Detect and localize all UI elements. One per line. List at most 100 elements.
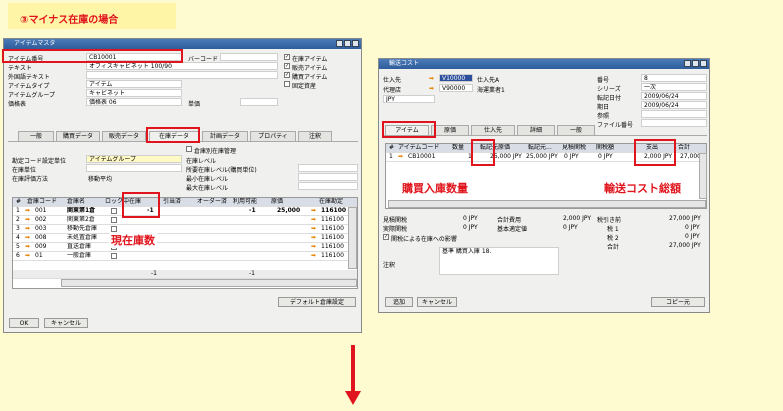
locked-checkbox[interactable] bbox=[111, 217, 117, 223]
cancel-button[interactable]: キャンセル bbox=[44, 318, 88, 328]
gl-method-label: 勘定コード設定単位 bbox=[12, 158, 67, 165]
purchase-item-checkbox[interactable]: ✓ bbox=[284, 72, 290, 78]
link-arrow-icon[interactable]: ➡ bbox=[429, 75, 434, 82]
link-arrow-icon[interactable]: ➡ bbox=[25, 207, 30, 215]
tab-costs[interactable]: 原価 bbox=[431, 125, 469, 135]
col-wh-code: 倉庫コード bbox=[27, 198, 58, 205]
maximize-icon[interactable] bbox=[692, 60, 699, 67]
duty-value: 0 JPY bbox=[598, 153, 613, 160]
due-date-field[interactable]: 2009/06/24 bbox=[641, 101, 707, 109]
table-row[interactable]: 4 ➡ 008 未処置倉庫 ➡ 116100 bbox=[13, 234, 357, 243]
minimize-icon[interactable] bbox=[684, 60, 691, 67]
reference-field[interactable] bbox=[641, 110, 707, 118]
col-total: 合計 bbox=[678, 144, 691, 151]
item-group-select[interactable]: キャビネット bbox=[86, 89, 182, 97]
link-arrow-icon[interactable]: ➡ bbox=[25, 252, 30, 260]
grid-header: # 倉庫コード 倉庫名 ロック中 在庫 引当済 オーダー済 利用可能 原価 在庫… bbox=[13, 198, 357, 207]
link-arrow-icon[interactable]: ➡ bbox=[311, 243, 316, 251]
pre-tax-label: 税引き前 bbox=[597, 217, 622, 224]
table-row[interactable]: 3 ➡ 003 移動先倉庫 ➡ 116100 bbox=[13, 225, 357, 234]
close-icon[interactable] bbox=[352, 40, 359, 47]
tab-planning[interactable]: 計画データ bbox=[202, 131, 248, 141]
posting-date-field[interactable]: 2009/06/24 bbox=[641, 92, 707, 100]
account-value: 116100 bbox=[321, 243, 344, 250]
table-row[interactable]: 2 ➡ 002 関東第2倉 ➡ 116100 bbox=[13, 216, 357, 225]
highlight-spend-column bbox=[634, 139, 676, 166]
min-level-field[interactable] bbox=[298, 173, 358, 181]
tab-purchasing[interactable]: 購買データ bbox=[56, 131, 100, 141]
price-list-select[interactable]: 価格表 06 bbox=[86, 98, 182, 106]
link-arrow-icon[interactable]: ➡ bbox=[398, 153, 403, 161]
horizontal-scrollbar[interactable] bbox=[61, 279, 357, 287]
link-arrow-icon[interactable]: ➡ bbox=[311, 216, 316, 224]
duty-impact-checkbox[interactable]: ✓ bbox=[383, 234, 389, 240]
maximize-icon[interactable] bbox=[344, 40, 351, 47]
tab-general[interactable]: 一般 bbox=[18, 131, 54, 141]
tab-details[interactable]: 詳細 bbox=[517, 125, 555, 135]
agent-code-field[interactable]: V90000 bbox=[439, 84, 473, 92]
uom-field[interactable] bbox=[86, 164, 182, 172]
link-arrow-icon[interactable]: ➡ bbox=[311, 252, 316, 260]
cancel-button[interactable]: キャンセル bbox=[417, 297, 457, 307]
notes-field[interactable]: 基準 購買入庫 18. bbox=[439, 247, 559, 275]
series-select[interactable]: 一次 bbox=[641, 83, 707, 91]
item-group-label: アイテムグループ bbox=[8, 92, 56, 99]
table-row[interactable]: 5 ➡ 009 直送倉庫 ➡ 116100 bbox=[13, 243, 357, 252]
currency-select[interactable]: JPY bbox=[383, 95, 435, 103]
default-warehouse-button[interactable]: デフォルト倉庫設定 bbox=[278, 297, 356, 307]
banner-title: ③マイナス在庫の場合 bbox=[20, 15, 119, 26]
vendor-code-field[interactable]: V10000 bbox=[439, 74, 473, 82]
price-list-label: 価格表 bbox=[8, 101, 27, 108]
manage-by-wh-checkbox[interactable] bbox=[186, 146, 192, 152]
link-arrow-icon[interactable]: ➡ bbox=[311, 225, 316, 233]
tab-general[interactable]: 一般 bbox=[557, 125, 595, 135]
ok-button[interactable]: OK bbox=[9, 318, 39, 328]
link-arrow-icon[interactable]: ➡ bbox=[25, 216, 30, 224]
item-master-window: アイテムマスタ アイテム番号 CB10001 テキスト オフィスキャビネット 1… bbox=[3, 38, 362, 333]
posting-date-label: 転記日付 bbox=[597, 95, 622, 102]
link-arrow-icon[interactable]: ➡ bbox=[311, 234, 316, 242]
tab-sales[interactable]: 販売データ bbox=[102, 131, 146, 141]
col-wh-name: 倉庫名 bbox=[67, 198, 86, 205]
item-type-select[interactable]: アイテム bbox=[86, 80, 182, 88]
minimize-icon[interactable] bbox=[336, 40, 343, 47]
link-arrow-icon[interactable]: ➡ bbox=[311, 207, 316, 215]
col-committed: 引当済 bbox=[163, 198, 182, 205]
item-text-field[interactable]: オフィスキャビネット 100/90 bbox=[86, 62, 278, 70]
barcode-field[interactable] bbox=[220, 53, 278, 61]
table-row[interactable]: 6 ➡ 01 一般倉庫 ➡ 116100 bbox=[13, 252, 357, 261]
account-value: 116100 bbox=[321, 234, 344, 241]
unit-price-field[interactable] bbox=[240, 98, 278, 106]
total-cost-label: 合計費用 bbox=[497, 217, 522, 224]
col-base2: 転記元... bbox=[528, 144, 552, 151]
account-value: 116100 bbox=[321, 207, 347, 214]
copy-from-button[interactable]: コピー元 bbox=[651, 297, 705, 307]
vertical-scrollbar[interactable] bbox=[348, 207, 357, 269]
table-row[interactable]: 1 ➡ 001 関東第1倉 -1 -1 25,000 ➡ 116100 bbox=[13, 207, 357, 216]
req-level-field[interactable] bbox=[298, 164, 358, 172]
add-button[interactable]: 追加 bbox=[385, 297, 413, 307]
locked-checkbox[interactable] bbox=[111, 253, 117, 259]
fixed-asset-checkbox[interactable] bbox=[284, 81, 290, 87]
gl-method-select[interactable]: アイテムグループ bbox=[86, 155, 182, 163]
vertical-scrollbar[interactable] bbox=[699, 153, 707, 199]
link-arrow-icon[interactable]: ➡ bbox=[25, 234, 30, 242]
close-icon[interactable] bbox=[700, 60, 707, 67]
col-available: 利用可能 bbox=[233, 198, 258, 205]
tab-properties[interactable]: プロパティ bbox=[250, 131, 296, 141]
max-level-field[interactable] bbox=[298, 182, 358, 190]
doc-no-field[interactable]: 8 bbox=[641, 74, 707, 82]
stock-item-checkbox[interactable]: ✓ bbox=[284, 54, 290, 60]
tab-vendors[interactable]: 仕入先 bbox=[471, 125, 515, 135]
file-no-field[interactable] bbox=[641, 119, 707, 127]
account-value: 116100 bbox=[321, 216, 344, 223]
foreign-text-field[interactable] bbox=[86, 71, 278, 79]
notes-label: 注釈 bbox=[383, 262, 396, 269]
sales-item-checkbox[interactable]: ✓ bbox=[284, 63, 290, 69]
link-arrow-icon[interactable]: ➡ bbox=[25, 225, 30, 233]
tab-remarks[interactable]: 注釈 bbox=[298, 131, 332, 141]
horizontal-scrollbar[interactable] bbox=[388, 200, 706, 208]
link-arrow-icon[interactable]: ➡ bbox=[25, 243, 30, 251]
link-arrow-icon[interactable]: ➡ bbox=[429, 85, 434, 92]
locked-checkbox[interactable] bbox=[111, 208, 117, 214]
